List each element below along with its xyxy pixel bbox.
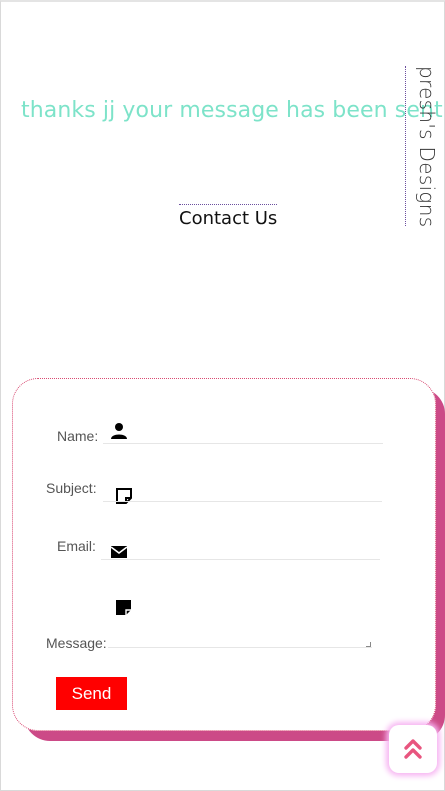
brand-name[interactable]: presh's Designs [415,66,439,227]
email-input[interactable] [101,538,380,560]
page-title: Contact Us [179,204,278,229]
message-textarea[interactable] [108,628,372,648]
subject-input[interactable] [103,480,382,502]
name-input[interactable] [103,422,383,444]
success-message: thanks jj your message has been sent [21,98,443,123]
send-button[interactable]: Send [56,677,127,710]
name-label: Name: [57,428,99,444]
note-icon [116,600,131,615]
double-chevron-up-icon [404,739,422,759]
scroll-to-top-button[interactable] [389,725,437,773]
resize-handle-icon[interactable] [366,642,371,647]
email-label: Email: [57,538,96,554]
subject-label: Subject: [46,480,97,496]
message-label: Message: [46,635,107,651]
